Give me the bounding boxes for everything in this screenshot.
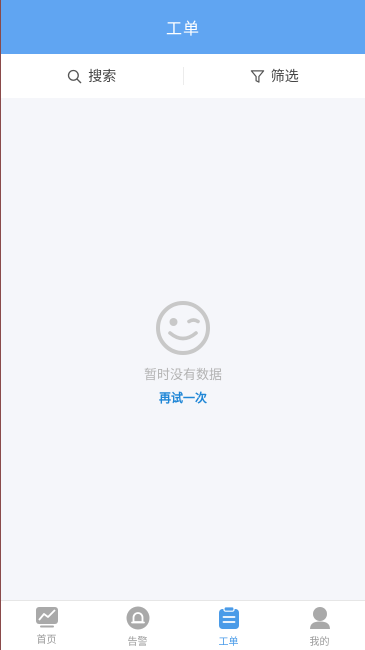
user-icon — [309, 607, 330, 629]
search-filter-bar: 搜索 筛选 — [1, 54, 365, 98]
top-navbar: 工单 — [1, 0, 365, 54]
clipboard-icon — [218, 606, 239, 629]
tab-home[interactable]: 首页 — [1, 601, 92, 650]
search-icon — [68, 69, 82, 83]
filter-label: 筛选 — [270, 69, 299, 85]
filter-button[interactable]: 筛选 — [184, 54, 365, 98]
retry-link[interactable]: 再试一次 — [159, 389, 207, 406]
tab-mine[interactable]: 我的 — [274, 601, 365, 650]
tab-mine-label: 我的 — [309, 637, 330, 648]
filter-icon — [250, 69, 264, 83]
search-label: 搜索 — [88, 69, 117, 85]
tab-alarm[interactable]: 告警 — [92, 601, 183, 650]
chart-line-icon — [35, 607, 58, 628]
app-screen: 工单 搜索 筛选 暂时没有数据 再试一次 首页 告警 工单 我的 — [0, 0, 365, 650]
tab-home-label: 首页 — [36, 635, 57, 646]
tab-workorder[interactable]: 工单 — [183, 601, 274, 650]
empty-state: 暂时没有数据 再试一次 — [1, 300, 365, 406]
page-title: 工单 — [165, 19, 200, 38]
search-button[interactable]: 搜索 — [1, 54, 183, 98]
wink-face-icon — [156, 301, 210, 355]
tab-workorder-label: 工单 — [218, 637, 239, 648]
empty-message: 暂时没有数据 — [143, 368, 222, 383]
bell-icon — [126, 606, 149, 630]
tab-alarm-label: 告警 — [127, 637, 148, 648]
bottom-tabbar: 首页 告警 工单 我的 — [1, 600, 365, 650]
